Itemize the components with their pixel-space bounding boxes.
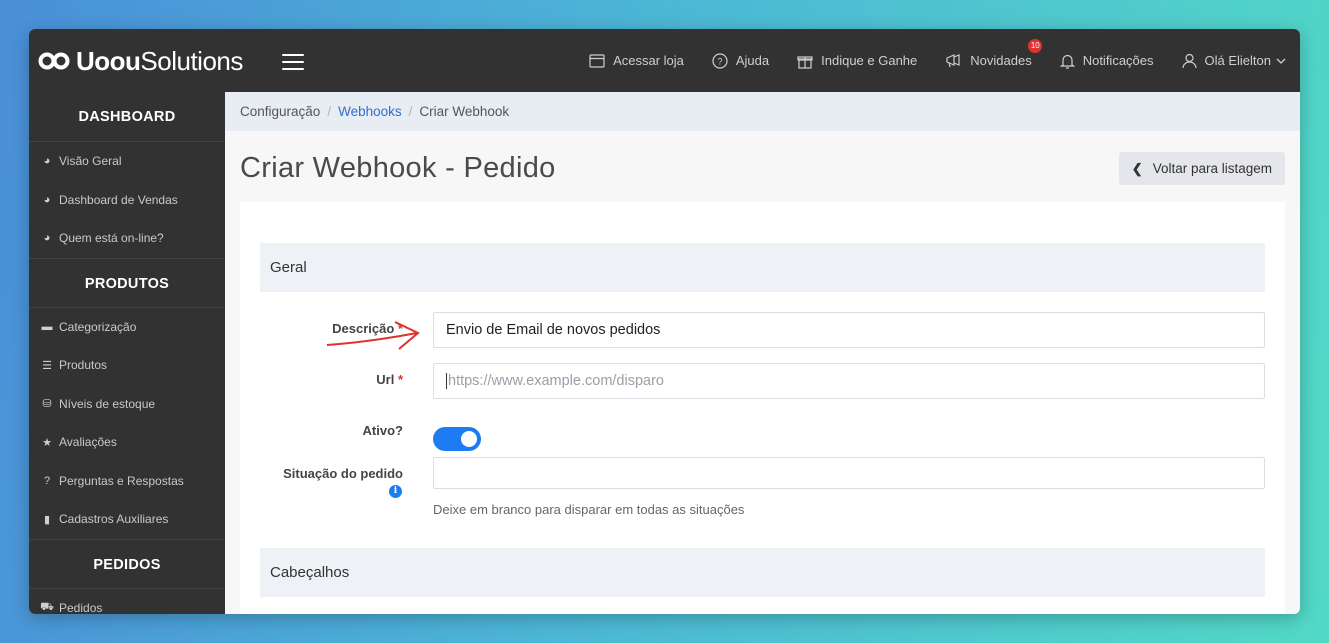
novidades-count-badge: 10	[1028, 39, 1043, 53]
sidebar-item-categorizacao[interactable]: ▬ Categorização	[29, 308, 225, 347]
sidebar-item-dashboard-vendas[interactable]: ◕ Dashboard de Vendas	[29, 181, 225, 220]
sidebar-item-label: Níveis de estoque	[59, 396, 156, 411]
sidebar-item-niveis-estoque[interactable]: ⛁ Níveis de estoque	[29, 385, 225, 424]
breadcrumb-separator: /	[408, 104, 413, 119]
question-circle-icon: ?	[43, 474, 51, 487]
nav-notificacoes-label: Notificações	[1082, 53, 1154, 68]
url-input[interactable]: https://www.example.com/disparo	[433, 363, 1265, 399]
chevron-down-icon	[1276, 58, 1286, 64]
nav-indique-e-ganhe[interactable]: Indique e Ganhe	[797, 53, 917, 69]
sidebar-item-label: Cadastros Auxiliares	[59, 512, 169, 527]
sidebar-item-label: Produtos	[59, 358, 108, 373]
sidebar-item-label: Visão Geral	[59, 154, 122, 169]
sidebar-heading-dashboard: DASHBOARD	[29, 92, 225, 142]
breadcrumb-link-webhooks[interactable]: Webhooks	[338, 104, 402, 119]
file-icon: ▮	[43, 513, 51, 526]
user-icon	[1181, 53, 1197, 68]
chevron-left-icon: ❮	[1131, 160, 1143, 176]
sidebar-item-label: Dashboard de Vendas	[59, 192, 178, 207]
descricao-input[interactable]: Envio de Email de novos pedidos	[433, 312, 1265, 348]
nav-ajuda-label: Ajuda	[735, 53, 770, 68]
sidebar-item-pedidos[interactable]: ⛟ Pedidos	[29, 589, 225, 614]
svg-text:?: ?	[717, 56, 722, 66]
sidebar-item-avaliacoes[interactable]: ★ Avaliações	[29, 423, 225, 462]
nav-notificacoes[interactable]: Notificações	[1059, 53, 1154, 69]
user-greeting: Olá Elielton	[1204, 53, 1271, 68]
breadcrumb: Configuração / Webhooks / Criar Webhook	[225, 92, 1300, 131]
folder-icon: ▬	[41, 320, 53, 333]
logo-text: UoouSolutions	[76, 45, 243, 76]
back-to-list-button[interactable]: ❮ Voltar para listagem	[1118, 152, 1285, 185]
nav-indique-label: Indique e Ganhe	[821, 53, 918, 68]
info-icon[interactable]: i	[389, 485, 402, 498]
user-menu[interactable]: Olá Elielton	[1181, 53, 1286, 69]
sidebar-heading-pedidos: PEDIDOS	[29, 538, 225, 589]
dashboard-gauge-icon: ◕	[43, 155, 51, 168]
megaphone-icon	[946, 54, 960, 68]
situacao-help-text: Deixe em branco para disparar em todas a…	[433, 502, 745, 517]
store-icon	[589, 54, 605, 68]
logo-mark-icon	[38, 52, 70, 70]
breadcrumb-separator: /	[327, 104, 332, 119]
sidebar-item-label: Perguntas e Respostas	[59, 473, 184, 488]
top-nav: Acessar loja ? Ajuda Indique e Ganhe Nov…	[561, 29, 1286, 92]
sidebar-item-label: Pedidos	[59, 600, 103, 614]
logo[interactable]: UoouSolutions	[38, 45, 243, 76]
section-geral-header: Geral	[260, 243, 1265, 292]
nav-acessar-loja[interactable]: Acessar loja	[589, 53, 684, 68]
cart-icon: ⛟	[40, 600, 54, 613]
cubes-icon: ⛁	[42, 398, 52, 411]
dashboard-gauge-icon: ◕	[43, 232, 51, 245]
form-card: Geral Descrição * Envio de Email de novo…	[240, 202, 1285, 614]
gift-icon	[797, 55, 813, 69]
star-icon: ★	[42, 436, 52, 449]
breadcrumb-item-configuracao: Configuração	[240, 104, 321, 119]
breadcrumb-item-current: Criar Webhook	[419, 104, 510, 119]
sidebar-item-label: Quem está on-line?	[59, 231, 164, 246]
dashboard-gauge-icon: ◕	[43, 193, 51, 206]
app-window: UoouSolutions Acessar loja ? Ajuda Indiq…	[29, 29, 1300, 614]
list-icon: ☰	[42, 359, 52, 372]
situacao-select[interactable]	[433, 457, 1265, 489]
ativo-toggle[interactable]	[433, 427, 481, 451]
sidebar-item-label: Categorização	[59, 319, 137, 334]
section-cabecalhos-header: Cabeçalhos	[260, 548, 1265, 597]
sidebar-item-visao-geral[interactable]: ◕ Visão Geral	[29, 142, 225, 181]
sidebar-item-cadastros-auxiliares[interactable]: ▮ Cadastros Auxiliares	[29, 500, 225, 539]
nav-ajuda[interactable]: ? Ajuda	[712, 52, 770, 69]
text-caret	[446, 373, 447, 389]
url-label: Url *	[376, 372, 403, 387]
menu-toggle-icon[interactable]	[282, 54, 304, 70]
top-bar: UoouSolutions Acessar loja ? Ajuda Indiq…	[29, 29, 1300, 92]
help-circle-icon: ?	[712, 52, 728, 69]
sidebar-item-label: Avaliações	[59, 435, 117, 450]
nav-novidades-label: Novidades	[970, 53, 1032, 68]
ativo-label: Ativo?	[362, 423, 403, 438]
sidebar-item-produtos[interactable]: ☰ Produtos	[29, 346, 225, 385]
back-button-label: Voltar para listagem	[1152, 161, 1272, 176]
annotation-arrow-icon	[326, 321, 420, 350]
toggle-knob	[461, 431, 477, 447]
sidebar-item-perguntas-respostas[interactable]: ? Perguntas e Respostas	[29, 462, 225, 501]
sidebar-heading-produtos: PRODUTOS	[29, 257, 225, 308]
situacao-label: Situação do pedido	[283, 466, 403, 481]
nav-novidades[interactable]: Novidades 10	[945, 39, 1043, 68]
main-content: Configuração / Webhooks / Criar Webhook …	[225, 92, 1300, 614]
nav-acessar-loja-label: Acessar loja	[613, 53, 684, 68]
sidebar-item-quem-esta-online[interactable]: ◕ Quem está on-line?	[29, 219, 225, 258]
sidebar: DASHBOARD ◕ Visão Geral ◕ Dashboard de Ven…	[29, 92, 225, 614]
page-title: Criar Webhook - Pedido	[240, 152, 556, 184]
bell-icon	[1059, 54, 1075, 69]
